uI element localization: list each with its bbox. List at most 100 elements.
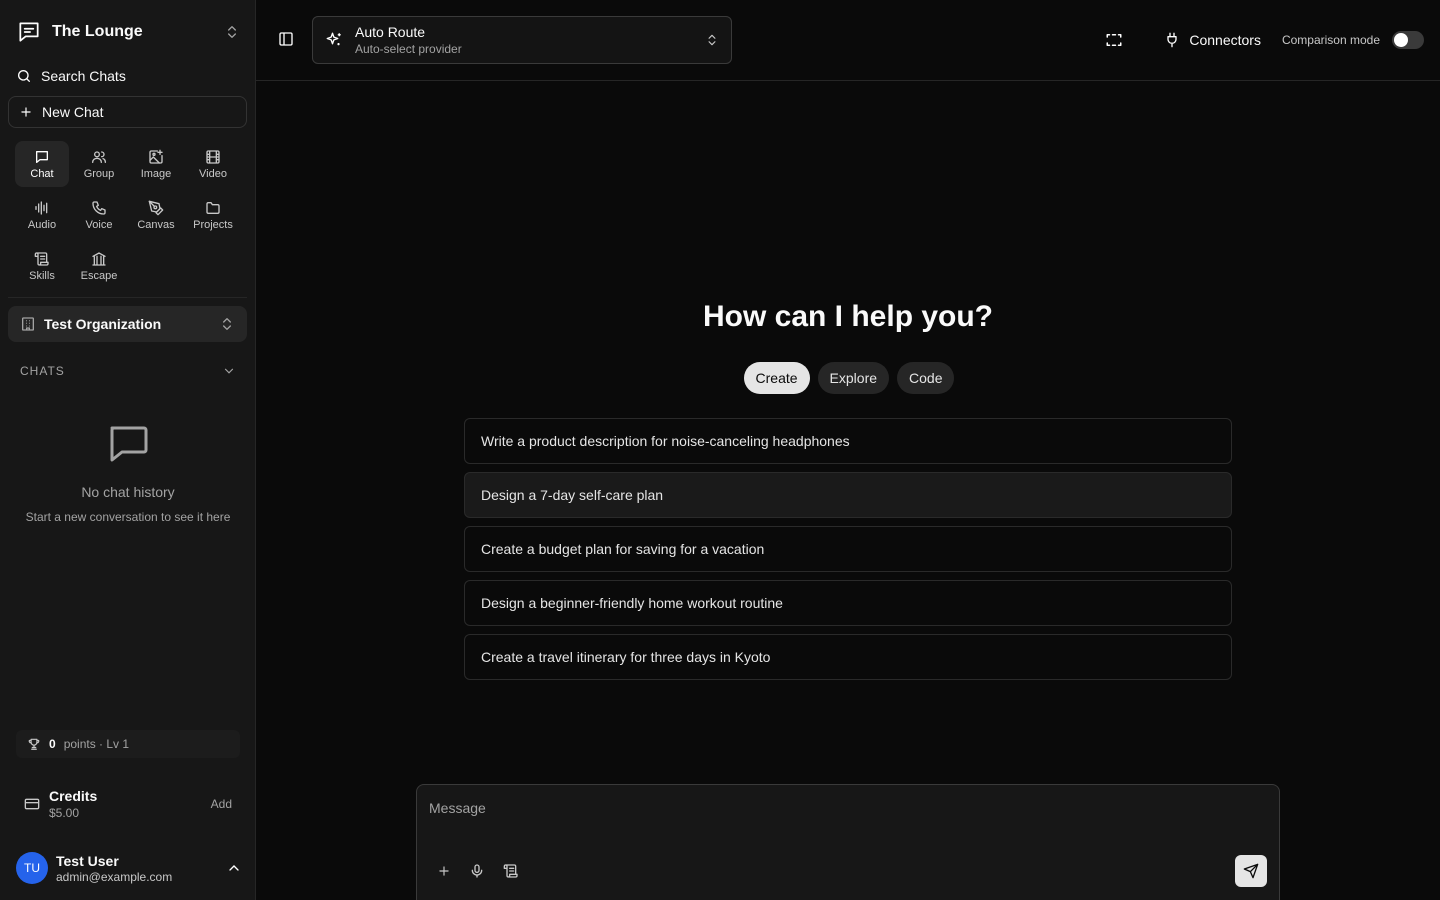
suggestion-item[interactable]: Create a budget plan for saving for a va…: [464, 526, 1232, 572]
mode-label: Video: [199, 167, 227, 180]
tab-code[interactable]: Code: [897, 362, 955, 394]
connectors-button[interactable]: Connectors: [1155, 32, 1261, 48]
chevrons-up-down-icon: [219, 316, 235, 332]
sidebar-divider: [8, 297, 247, 298]
points-badge[interactable]: 0 points · Lv 1: [16, 730, 240, 758]
mode-label: Canvas: [137, 218, 175, 231]
mode-skills[interactable]: Skills: [15, 243, 69, 289]
message-composer[interactable]: Message: [416, 784, 1280, 900]
mode-image[interactable]: Image: [129, 141, 183, 187]
user-menu[interactable]: TU Test User admin@example.com: [16, 852, 242, 884]
mode-audio[interactable]: Audio: [15, 192, 69, 238]
suggestion-item[interactable]: Write a product description for noise-ca…: [464, 418, 1232, 464]
composer-tools: [437, 863, 519, 879]
model-selector[interactable]: Auto Route Auto-select provider: [312, 16, 732, 64]
mode-grid: Chat Group Image Video Audio Voice Canva…: [15, 141, 242, 289]
user-name: Test User: [56, 852, 119, 869]
points-label: points · Lv 1: [63, 737, 130, 751]
top-bar: Auto Route Auto-select provider Connecto…: [256, 0, 1440, 81]
scroll-icon: [34, 251, 50, 267]
message-input[interactable]: Message: [429, 800, 486, 816]
landmark-icon: [91, 251, 107, 267]
mode-label: Audio: [27, 218, 57, 231]
send-icon: [1243, 863, 1259, 879]
avatar: TU: [16, 852, 48, 884]
mode-label: Projects: [193, 218, 233, 231]
chevron-down-icon: [222, 364, 236, 378]
empty-chat-history: No chat history Start a new conversation…: [0, 420, 256, 524]
tab-create[interactable]: Create: [743, 362, 810, 394]
users-icon: [91, 149, 107, 165]
credits-panel: Credits $5.00 Add: [16, 786, 240, 822]
sparkles-icon: [325, 31, 343, 49]
mode-projects[interactable]: Projects: [186, 192, 240, 238]
empty-title: No chat history: [81, 484, 175, 500]
mode-group[interactable]: Group: [72, 141, 126, 187]
chevron-up-icon: [226, 860, 242, 876]
message-square-icon: [104, 420, 152, 468]
organization-name: Test Organization: [44, 316, 162, 332]
chat-icon: [34, 149, 50, 165]
suggestion-item[interactable]: Design a 7-day self-care plan: [464, 472, 1232, 518]
chats-section-header[interactable]: CHATS: [20, 364, 236, 378]
mode-canvas[interactable]: Canvas: [129, 192, 183, 238]
new-chat-button[interactable]: New Chat: [8, 96, 247, 128]
mode-label: Skills: [29, 269, 55, 282]
chats-header-label: CHATS: [20, 364, 65, 378]
send-button[interactable]: [1235, 855, 1267, 887]
sidebar: The Lounge Search Chats New Chat Chat Gr…: [0, 0, 256, 900]
film-icon: [205, 149, 221, 165]
suggestion-item[interactable]: Create a travel itinerary for three days…: [464, 634, 1232, 680]
credits-label: Credits: [49, 788, 98, 804]
mode-label: Escape: [80, 269, 118, 282]
plug-icon: [1164, 32, 1180, 48]
credits-amount: $5.00: [49, 806, 80, 820]
chevrons-up-down-icon: [705, 33, 719, 47]
mode-label: Group: [83, 167, 115, 180]
pen-tool-icon: [148, 200, 164, 216]
add-credits-button[interactable]: Add: [211, 797, 232, 811]
screen-select-icon[interactable]: [1105, 31, 1123, 49]
sidebar-toggle-icon[interactable]: [278, 31, 294, 47]
mode-voice[interactable]: Voice: [72, 192, 126, 238]
top-bar-actions: Connectors Comparison mode: [1105, 28, 1424, 52]
suggestion-item[interactable]: Design a beginner-friendly home workout …: [464, 580, 1232, 626]
search-icon: [16, 68, 32, 84]
connectors-label: Connectors: [1189, 32, 1261, 48]
model-name: Auto Route: [355, 24, 426, 40]
audio-lines-icon: [34, 200, 50, 216]
mode-video[interactable]: Video: [186, 141, 240, 187]
mode-escape[interactable]: Escape: [72, 243, 126, 289]
plus-icon[interactable]: [437, 864, 451, 878]
credit-card-icon: [24, 796, 40, 812]
workspace-logo-icon: [16, 19, 42, 45]
model-subtitle: Auto-select provider: [355, 42, 462, 56]
search-chats-label: Search Chats: [41, 68, 126, 84]
comparison-mode-toggle[interactable]: [1392, 31, 1424, 49]
new-chat-label: New Chat: [42, 104, 104, 120]
building-icon: [20, 316, 36, 332]
points-value: 0: [49, 737, 56, 751]
chevrons-up-down-icon: [224, 24, 240, 40]
workspace-name: The Lounge: [52, 23, 143, 40]
page-title: How can I help you?: [702, 300, 994, 333]
mode-chat[interactable]: Chat: [15, 141, 69, 187]
tab-explore[interactable]: Explore: [817, 362, 890, 394]
prompt-category-tabs: Create Explore Code: [257, 362, 1440, 394]
search-chats-button[interactable]: Search Chats: [16, 64, 126, 88]
folder-icon: [205, 200, 221, 216]
scroll-icon[interactable]: [503, 863, 519, 879]
trophy-icon: [27, 737, 41, 751]
comparison-mode-label: Comparison mode: [1281, 33, 1380, 47]
empty-subtitle: Start a new conversation to see it here: [25, 510, 231, 524]
user-email: admin@example.com: [56, 869, 173, 884]
image-plus-icon: [148, 149, 164, 165]
mode-label: Chat: [30, 167, 54, 180]
mic-icon[interactable]: [469, 863, 485, 879]
workspace-switcher[interactable]: The Lounge: [16, 18, 240, 46]
mode-label: Image: [140, 167, 172, 180]
mode-label: Voice: [85, 218, 113, 231]
phone-icon: [91, 200, 107, 216]
organization-switcher[interactable]: Test Organization: [8, 306, 247, 342]
plus-icon: [19, 105, 33, 119]
